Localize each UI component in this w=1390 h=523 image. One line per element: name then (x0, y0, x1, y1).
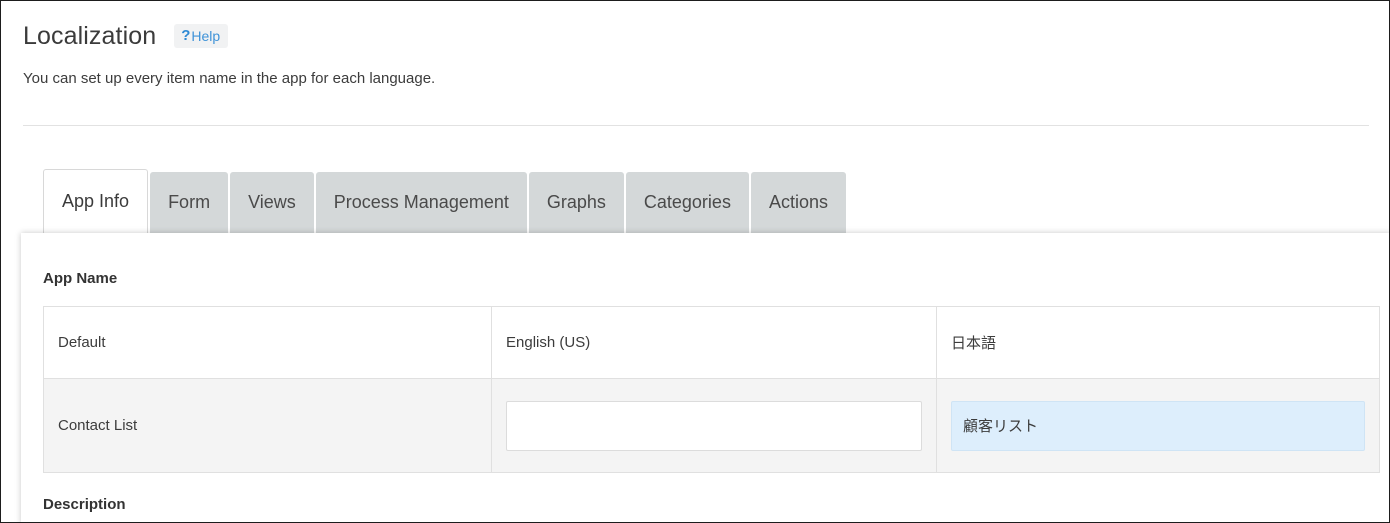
help-button-label: Help (191, 29, 220, 43)
tab-bar: App Info Form Views Process Management G… (43, 169, 848, 233)
tab-app-info[interactable]: App Info (43, 169, 148, 233)
tab-content-panel: App Name Default English (US) 日本語 Contac… (21, 233, 1390, 523)
cell-japanese-input (937, 379, 1380, 473)
column-header-japanese: 日本語 (937, 307, 1380, 379)
tab-label: Form (168, 192, 210, 213)
help-button[interactable]: ? Help (174, 24, 228, 48)
tab-label: Categories (644, 192, 731, 213)
tab-actions[interactable]: Actions (751, 172, 846, 233)
header-divider (23, 125, 1369, 126)
cell-default-value: Contact List (44, 379, 492, 473)
column-header-english: English (US) (492, 307, 937, 379)
section-label-description: Description (43, 495, 126, 515)
tab-label: Graphs (547, 192, 606, 213)
tab-label: App Info (62, 191, 129, 212)
table-row: Contact List (44, 379, 1380, 473)
tab-label: Actions (769, 192, 828, 213)
tab-process-management[interactable]: Process Management (316, 172, 527, 233)
japanese-name-input[interactable] (951, 401, 1365, 451)
tab-views[interactable]: Views (230, 172, 314, 233)
question-mark-icon: ? (181, 28, 190, 43)
tab-label: Views (248, 192, 296, 213)
cell-english-input (492, 379, 937, 473)
tab-graphs[interactable]: Graphs (529, 172, 624, 233)
page-title: Localization (23, 21, 156, 51)
english-name-input[interactable] (506, 401, 922, 451)
app-name-localization-table: Default English (US) 日本語 Contact List (43, 306, 1380, 473)
tab-categories[interactable]: Categories (626, 172, 749, 233)
page-header: Localization ? Help You can set up every… (23, 19, 1369, 89)
column-header-default: Default (44, 307, 492, 379)
tab-label: Process Management (334, 192, 509, 213)
section-label-app-name: App Name (43, 269, 117, 289)
localization-page: Localization ? Help You can set up every… (0, 0, 1390, 523)
page-subtitle: You can set up every item name in the ap… (23, 69, 1369, 89)
table-header-row: Default English (US) 日本語 (44, 307, 1380, 379)
tab-form[interactable]: Form (150, 172, 228, 233)
title-row: Localization ? Help (23, 19, 1369, 53)
